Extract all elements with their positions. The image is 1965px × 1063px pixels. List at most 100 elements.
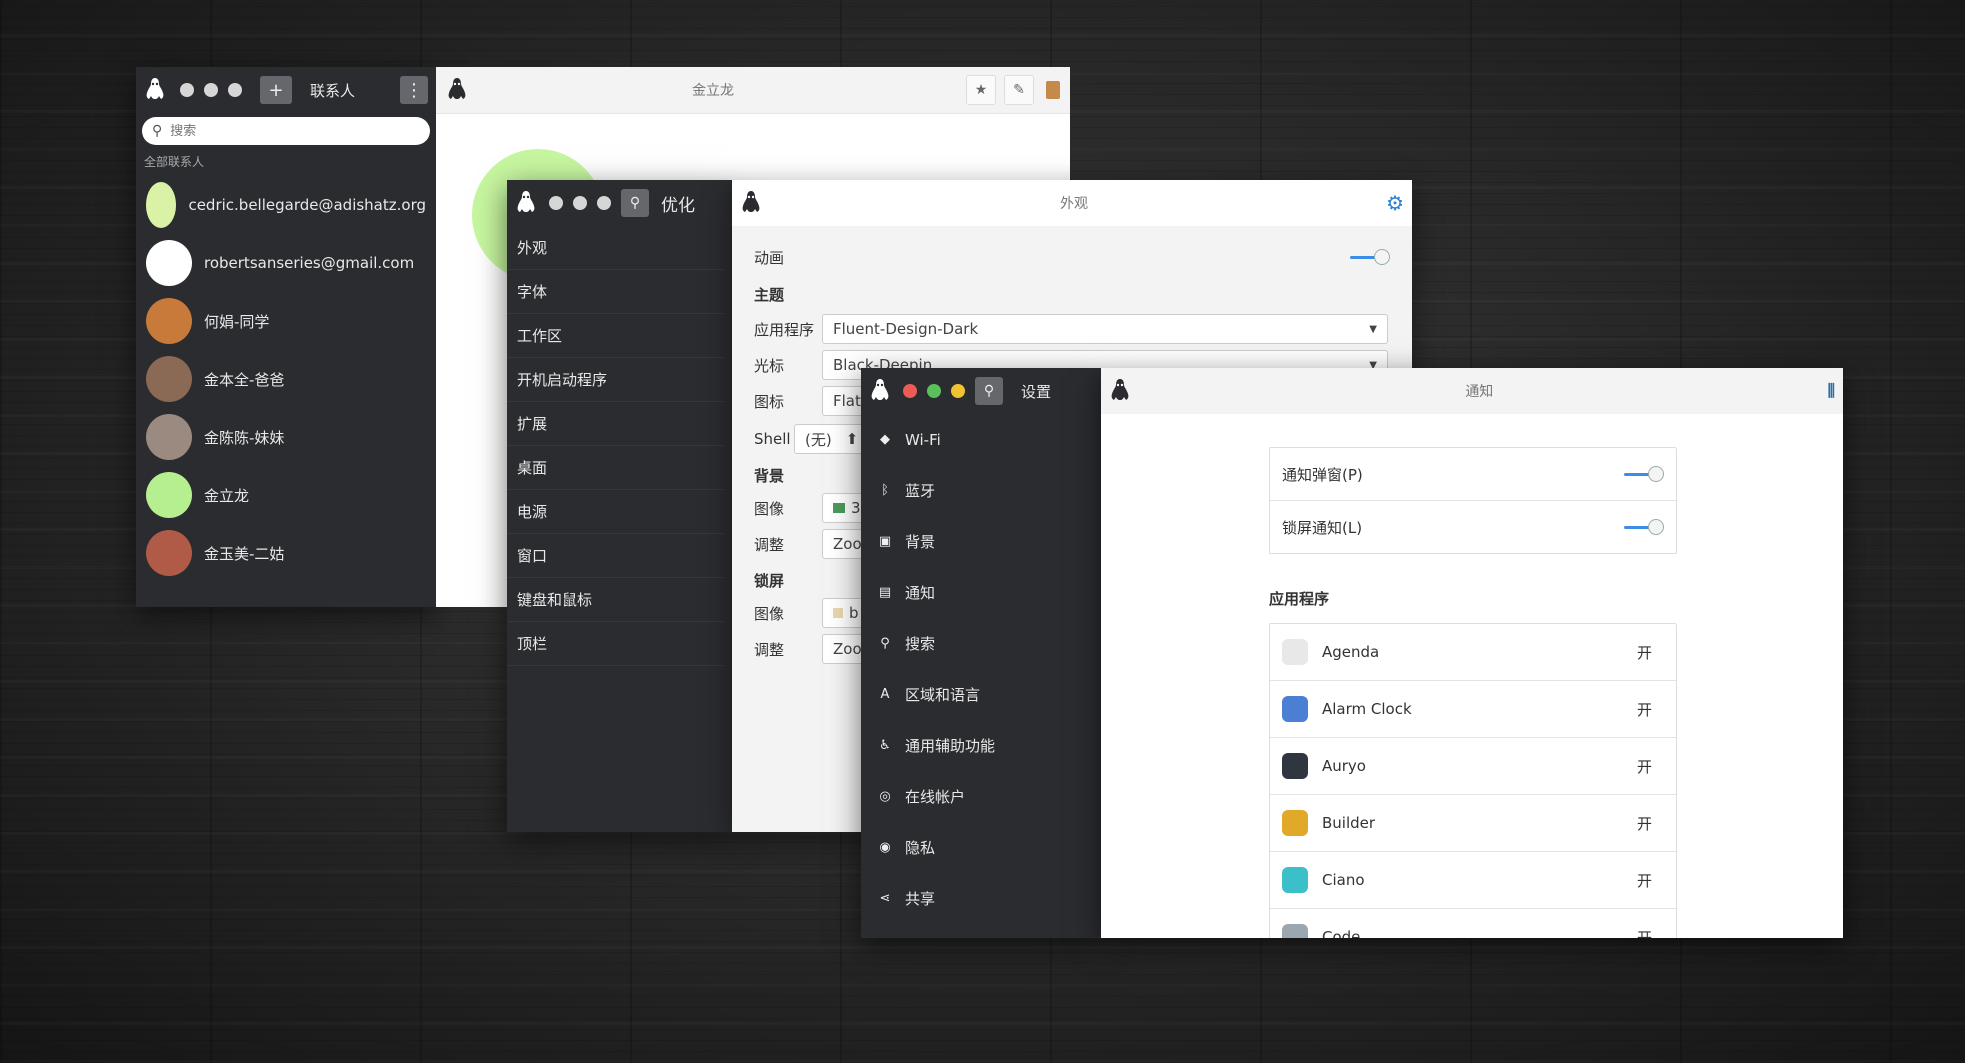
detail-headerbar: 金立龙 ★ ✎	[436, 67, 1070, 114]
window-close-button[interactable]	[903, 384, 917, 398]
window-minimize-button[interactable]	[951, 384, 965, 398]
window-maximize-button[interactable]	[927, 384, 941, 398]
settings-nav-item[interactable]: ◎ 在线帐户	[861, 771, 1101, 822]
lock-image-value: b	[849, 604, 859, 622]
background-icon: ▣	[878, 534, 892, 549]
animation-toggle[interactable]	[1350, 248, 1390, 266]
tweaks-nav-item[interactable]: 键盘和鼠标	[507, 578, 724, 622]
tweaks-nav-item[interactable]: 字体	[507, 270, 724, 314]
app-icon	[1282, 696, 1308, 722]
upload-icon[interactable]: ⬆	[846, 430, 859, 448]
tweaks-nav-item[interactable]: 扩展	[507, 402, 724, 446]
settings-nav-label: 在线帐户	[905, 788, 966, 806]
search-button[interactable]: ⚲	[975, 377, 1003, 405]
sliders-icon[interactable]: ⫼	[1828, 381, 1835, 401]
window-minimize-button[interactable]	[204, 83, 218, 97]
app-list-item[interactable]: Code 开	[1270, 909, 1676, 938]
contact-list-item[interactable]: 金陈陈-妹妹	[136, 408, 436, 466]
lock-adjust-label: 调整	[754, 640, 785, 659]
app-theme-label: 应用程序	[754, 320, 815, 339]
apps-list: Agenda 开 Alarm Clock 开 Auryo 开 Builder 开 Ciano 开 C…	[1269, 623, 1677, 938]
tweaks-nav-label: 电源	[517, 503, 548, 521]
lock-adjust-value: Zoo	[833, 640, 862, 658]
popup-toggle[interactable]	[1624, 465, 1664, 483]
window-maximize-button[interactable]	[228, 83, 242, 97]
settings-nav-item[interactable]: ⋖ 共享	[861, 873, 1101, 924]
gear-icon[interactable]: ⚙	[1386, 191, 1404, 215]
contact-list-item[interactable]: 金本全-爸爸	[136, 350, 436, 408]
app-logo-icon	[517, 191, 535, 212]
contact-name: cedric.bellegarde@adishatz.org	[188, 196, 426, 214]
search-button[interactable]: ⚲	[621, 189, 649, 217]
tweaks-nav-item[interactable]: 桌面	[507, 446, 724, 490]
edit-button[interactable]: ✎	[1004, 75, 1034, 105]
app-state: 开	[1636, 814, 1652, 833]
bg-image-label: 图像	[754, 499, 785, 518]
contact-list-item[interactable]: 何娟-同学	[136, 292, 436, 350]
tweaks-panel-headerbar: 外观 ⚙	[732, 180, 1412, 226]
address-book-icon[interactable]	[1046, 81, 1060, 99]
notifications-headerbar: 通知 ⫼	[1101, 368, 1843, 414]
notifications-panel: 通知 ⫼ 通知弹窗(P) 锁屏通知(L) 应用程序 Agenda 开 Alarm C…	[1101, 368, 1843, 938]
tweaks-nav-item[interactable]: 顶栏	[507, 622, 724, 666]
settings-nav-item[interactable]: ♿ 通用辅助功能	[861, 720, 1101, 771]
contact-list-item[interactable]: 金玉美-二姑	[136, 524, 436, 582]
app-icon	[1282, 924, 1308, 938]
lock-image-label: 图像	[754, 604, 785, 623]
contact-avatar	[146, 298, 192, 344]
settings-nav-item[interactable]: ▤ 通知	[861, 567, 1101, 618]
tweaks-nav-item[interactable]: 开机启动程序	[507, 358, 724, 402]
settings-nav-item[interactable]: ᛒ 蓝牙	[861, 465, 1101, 516]
settings-window: ⚲ 设置 ◆ Wi-Fi ᛒ 蓝牙 ▣ 背景 ▤ 通知 ⚲ 搜索 A 区域和语言 ♿ 通用辅助功能 ◎ 在线帐…	[861, 368, 1101, 938]
window-maximize-button[interactable]	[597, 196, 611, 210]
contact-list-item[interactable]: cedric.bellegarde@adishatz.org	[136, 176, 436, 234]
settings-nav-item[interactable]: ▣ 背景	[861, 516, 1101, 567]
tweaks-nav-item[interactable]: 外观	[507, 226, 724, 270]
bluetooth-icon: ᛒ	[881, 483, 889, 498]
contacts-headerbar: + 联系人 ⋮	[136, 67, 436, 113]
favorite-button[interactable]: ★	[966, 75, 996, 105]
contact-list-item[interactable]: robertsanseries@gmail.com	[136, 234, 436, 292]
app-name: Builder	[1322, 814, 1376, 832]
search-icon: ⚲	[152, 123, 163, 139]
settings-nav-label: 隐私	[905, 839, 936, 857]
app-list-item[interactable]: Ciano 开	[1270, 852, 1676, 909]
contact-avatar	[146, 530, 192, 576]
settings-nav-item[interactable]: ⚲ 搜索	[861, 618, 1101, 669]
tweaks-nav-item[interactable]: 工作区	[507, 314, 724, 358]
lockscreen-label: 锁屏通知(L)	[1282, 518, 1363, 537]
settings-nav-item[interactable]: ◆ Wi-Fi	[861, 414, 1101, 465]
icon-theme-value: Flat	[833, 392, 861, 410]
tweaks-panel-title: 外观	[1060, 196, 1089, 212]
contact-list-item[interactable]: 金立龙	[136, 466, 436, 524]
app-name: Code	[1322, 928, 1361, 938]
app-theme-select[interactable]: Fluent-Design-Dark ▼	[822, 314, 1388, 344]
contact-avatar	[146, 182, 177, 228]
app-list-item[interactable]: Agenda 开	[1270, 624, 1676, 681]
add-contact-button[interactable]: +	[260, 76, 292, 104]
settings-nav-label: 通用辅助功能	[905, 737, 996, 755]
settings-nav-label: 搜索	[905, 635, 936, 653]
app-name: Ciano	[1322, 871, 1365, 889]
menu-button[interactable]: ⋮	[400, 76, 428, 104]
region-icon: A	[880, 687, 890, 702]
window-close-button[interactable]	[549, 196, 563, 210]
search-bar[interactable]: ⚲	[142, 117, 430, 145]
search-input[interactable]	[168, 122, 420, 140]
app-state: 开	[1636, 757, 1652, 776]
app-icon	[1282, 639, 1308, 665]
settings-nav-item[interactable]: A 区域和语言	[861, 669, 1101, 720]
window-minimize-button[interactable]	[573, 196, 587, 210]
app-list-item[interactable]: Builder 开	[1270, 795, 1676, 852]
app-icon	[1282, 810, 1308, 836]
settings-nav-item[interactable]: ◉ 隐私	[861, 822, 1101, 873]
lockscreen-toggle[interactable]	[1624, 518, 1664, 536]
tweaks-nav-item[interactable]: 窗口	[507, 534, 724, 578]
app-list-item[interactable]: Alarm Clock 开	[1270, 681, 1676, 738]
window-close-button[interactable]	[180, 83, 194, 97]
app-name: Auryo	[1322, 757, 1366, 775]
icon-theme-label: 图标	[754, 392, 785, 411]
theme-header: 主题	[754, 286, 785, 304]
app-list-item[interactable]: Auryo 开	[1270, 738, 1676, 795]
tweaks-nav-item[interactable]: 电源	[507, 490, 724, 534]
